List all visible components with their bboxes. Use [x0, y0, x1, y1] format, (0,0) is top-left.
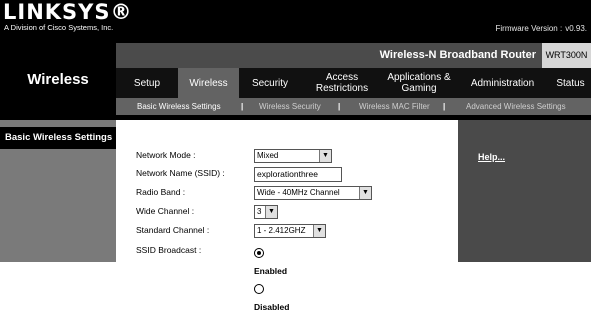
chevron-down-icon[interactable]: ▼ — [313, 225, 325, 237]
tab-setup[interactable]: Setup — [116, 68, 178, 98]
wide-channel-label: Wide Channel : — [136, 206, 195, 216]
chevron-down-icon[interactable]: ▼ — [265, 206, 277, 218]
settings-form: Network Mode : Mixed ▼ Network Name (SSI… — [116, 120, 458, 312]
banner-title-area: Wireless-N Broadband Router — [116, 43, 542, 68]
subtab-wireless-mac-filter[interactable]: Wireless MAC Filter — [359, 98, 430, 115]
ssid-broadcast-disabled-label: Disabled — [254, 301, 290, 312]
tab-wireless-label: Wireless — [189, 77, 228, 89]
subtab-separator: | — [443, 102, 446, 111]
tab-setup-label: Setup — [133, 77, 161, 89]
tab-administration[interactable]: Administration — [455, 68, 550, 98]
radio-band-control: Wide - 40MHz Channel ▼ — [254, 186, 372, 200]
brand-subtitle: A Division of Cisco Systems, Inc. — [4, 23, 114, 32]
model-number: WRT300N — [542, 43, 591, 68]
wide-channel-value: 3 — [257, 207, 262, 216]
network-mode-select[interactable]: Mixed ▼ — [254, 149, 332, 163]
standard-channel-control: 1 - 2.412GHZ ▼ — [254, 224, 326, 238]
help-panel: Help... — [458, 120, 591, 262]
ssid-label: Network Name (SSID) : — [136, 168, 225, 178]
main-tabs: Setup Wireless Security Access Restricti… — [116, 68, 591, 98]
radio-band-select[interactable]: Wide - 40MHz Channel ▼ — [254, 186, 372, 200]
subtab-separator: | — [241, 102, 244, 111]
tab-access-restrictions[interactable]: Access Restrictions — [301, 68, 383, 98]
chevron-down-icon[interactable]: ▼ — [359, 187, 371, 199]
tab-security[interactable]: Security — [239, 68, 301, 98]
subtab-wireless-security[interactable]: Wireless Security — [259, 98, 321, 115]
radio-band-label: Radio Band : — [136, 187, 186, 197]
help-link[interactable]: Help... — [478, 152, 505, 162]
ssid-control: explorationthree — [254, 167, 342, 182]
standard-channel-value: 1 - 2.412GHZ — [257, 226, 306, 235]
sub-tabs: Basic Wireless Settings | Wireless Secur… — [116, 98, 591, 115]
ssid-input[interactable]: explorationthree — [254, 167, 342, 182]
tab-wireless[interactable]: Wireless — [178, 68, 239, 98]
product-title: Wireless-N Broadband Router — [379, 49, 536, 61]
tab-applications-gaming[interactable]: Applications & Gaming — [383, 68, 455, 98]
banner-left-block — [0, 43, 116, 68]
tab-security-label: Security — [251, 77, 289, 89]
ssid-broadcast-label: SSID Broadcast : — [136, 245, 202, 255]
radio-selected-icon[interactable] — [254, 247, 264, 258]
ssid-broadcast-control: Enabled Disabled — [254, 244, 301, 316]
tab-status-label: Status — [556, 77, 585, 89]
linksys-logo: LINKSYS® — [3, 0, 133, 24]
standard-channel-select[interactable]: 1 - 2.412GHZ ▼ — [254, 224, 326, 238]
tab-administration-label: Administration — [470, 77, 535, 89]
wide-channel-control: 3 ▼ — [254, 205, 278, 219]
subtab-basic-wireless-settings[interactable]: Basic Wireless Settings — [137, 98, 221, 115]
tab-applications-gaming-label: Applications & Gaming — [387, 72, 451, 94]
tab-access-restrictions-label: Access Restrictions — [315, 72, 369, 94]
left-panel-title: Basic Wireless Settings — [0, 127, 116, 149]
chevron-down-icon[interactable]: ▼ — [319, 150, 331, 162]
network-mode-value: Mixed — [257, 151, 279, 160]
subtab-separator: | — [338, 102, 341, 111]
subtab-advanced-wireless-settings[interactable]: Advanced Wireless Settings — [466, 98, 566, 115]
product-banner: Wireless-N Broadband Router WRT300N — [0, 43, 591, 68]
tab-status[interactable]: Status — [550, 68, 591, 98]
firmware-label: Firmware Version : — [495, 24, 563, 33]
ssid-broadcast-enabled-label: Enabled — [254, 265, 288, 276]
radio-unselected-icon[interactable] — [254, 283, 264, 294]
network-mode-control: Mixed ▼ — [254, 149, 332, 163]
section-title: Wireless — [27, 71, 89, 88]
standard-channel-label: Standard Channel : — [136, 225, 210, 235]
network-mode-label: Network Mode : — [136, 150, 196, 160]
firmware-version: Firmware Version : v0.93. — [496, 24, 587, 34]
radio-band-value: Wide - 40MHz Channel — [257, 188, 340, 197]
firmware-value: v0.93. — [565, 24, 587, 33]
wide-channel-select[interactable]: 3 ▼ — [254, 205, 278, 219]
top-header: LINKSYS® A Division of Cisco Systems, In… — [0, 0, 591, 43]
